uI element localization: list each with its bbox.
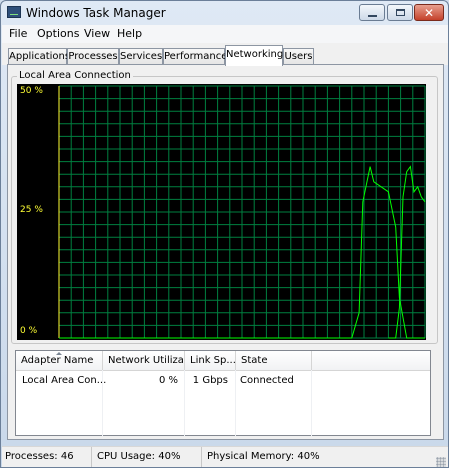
cell-utilization: 0 %	[158, 375, 178, 386]
col-adapter-name[interactable]: Adapter Name	[16, 351, 103, 370]
cell-adapter-name: Local Area Con...	[22, 375, 107, 386]
task-manager-window: Windows Task Manager ✕ File Options View…	[0, 0, 449, 468]
tab-users[interactable]: Users	[283, 48, 314, 65]
window-title: Windows Task Manager	[26, 6, 166, 20]
title-bar[interactable]: Windows Task Manager ✕	[1, 1, 448, 25]
menu-bar: File Options View Help	[2, 25, 448, 43]
tab-strip: Applications Processes Services Performa…	[2, 43, 448, 66]
network-utilization-graph: 50 % 25 % 0 %	[17, 84, 426, 340]
column-divider	[235, 370, 236, 436]
tab-services[interactable]: Services	[119, 48, 163, 65]
y-label-top: 50 %	[20, 86, 43, 96]
col-adapter-name-label: Adapter Name	[21, 355, 94, 366]
cell-state: Connected	[240, 375, 294, 386]
col-network-utilization[interactable]: Network Utiliza...	[103, 351, 185, 370]
col-state[interactable]: State	[236, 351, 312, 370]
y-label-bottom: 0 %	[20, 326, 38, 336]
tab-performance[interactable]: Performance	[163, 48, 227, 65]
connection-group-label: Local Area Connection	[17, 70, 133, 81]
close-button[interactable]: ✕	[414, 4, 444, 21]
y-label-mid: 25 %	[20, 205, 43, 215]
minimize-icon	[367, 14, 377, 17]
tab-processes[interactable]: Processes	[67, 48, 119, 65]
menu-file[interactable]: File	[9, 27, 27, 40]
minimize-button[interactable]	[359, 4, 385, 21]
menu-view[interactable]: View	[84, 27, 110, 40]
col-link-speed[interactable]: Link Sp...	[185, 351, 236, 370]
status-physical-memory: Physical Memory: 40%	[207, 451, 320, 462]
column-divider	[311, 370, 312, 436]
tab-networking[interactable]: Networking	[225, 45, 283, 66]
resize-grip-icon[interactable]	[436, 457, 446, 467]
graph-canvas	[58, 85, 426, 339]
menu-help[interactable]: Help	[117, 27, 142, 40]
close-icon: ✕	[423, 5, 435, 20]
menu-options[interactable]: Options	[37, 27, 79, 40]
status-cpu-usage: CPU Usage: 40%	[94, 447, 202, 467]
tab-applications[interactable]: Applications	[8, 48, 70, 65]
status-processes: Processes: 46	[2, 447, 92, 467]
utilization-series-line-1	[388, 165, 426, 339]
maximize-icon	[395, 9, 405, 16]
task-manager-icon	[7, 6, 21, 18]
sort-arrow-icon	[56, 352, 62, 355]
adapter-list: Adapter Name Network Utiliza... Link Sp.…	[15, 350, 431, 436]
adapter-list-header: Adapter Name Network Utiliza... Link Sp.…	[16, 351, 430, 371]
status-bar: Processes: 46 CPU Usage: 40% Physical Me…	[2, 446, 448, 467]
cell-link-speed: 1 Gbps	[192, 375, 228, 386]
maximize-button[interactable]	[387, 4, 413, 21]
